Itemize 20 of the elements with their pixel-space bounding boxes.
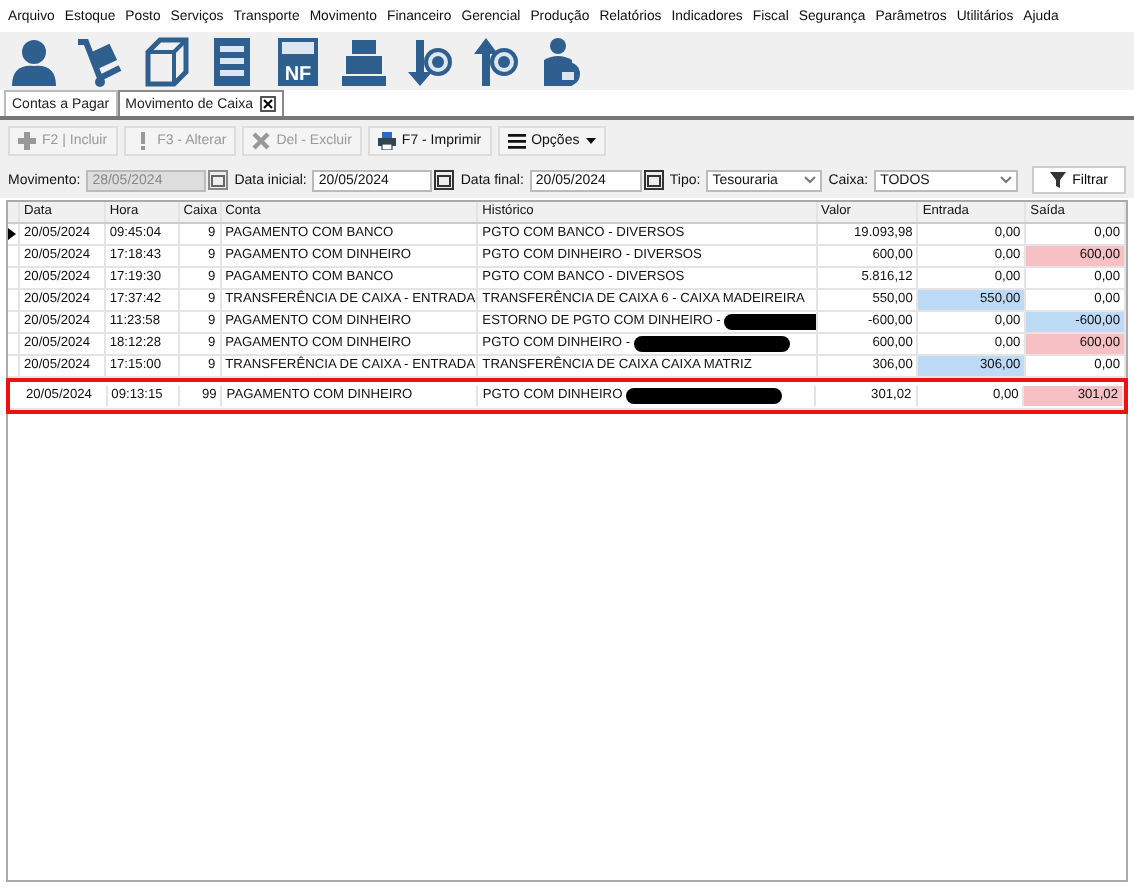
money-up-icon[interactable] [472, 36, 520, 88]
printer-icon [377, 132, 396, 150]
chevron-icon [1000, 176, 1013, 184]
x-icon [252, 132, 271, 150]
form-icon[interactable] [208, 36, 256, 88]
menu-icon [507, 132, 526, 150]
document-icon[interactable]: NF [274, 36, 322, 88]
calendar-icon[interactable] [208, 170, 229, 190]
calendar-icon[interactable] [434, 170, 455, 190]
close-icon[interactable] [260, 96, 277, 112]
money-down-icon[interactable] [406, 36, 454, 88]
person-lock-icon[interactable] [538, 36, 586, 88]
box-icon[interactable] [142, 36, 190, 88]
funnel-icon [1050, 172, 1067, 188]
calendar-icon[interactable] [643, 170, 664, 190]
cart-icon[interactable] [76, 36, 124, 88]
caret-icon [585, 137, 596, 145]
plus-icon [18, 132, 36, 150]
person-icon[interactable] [10, 36, 58, 88]
chevron-icon [804, 176, 817, 184]
